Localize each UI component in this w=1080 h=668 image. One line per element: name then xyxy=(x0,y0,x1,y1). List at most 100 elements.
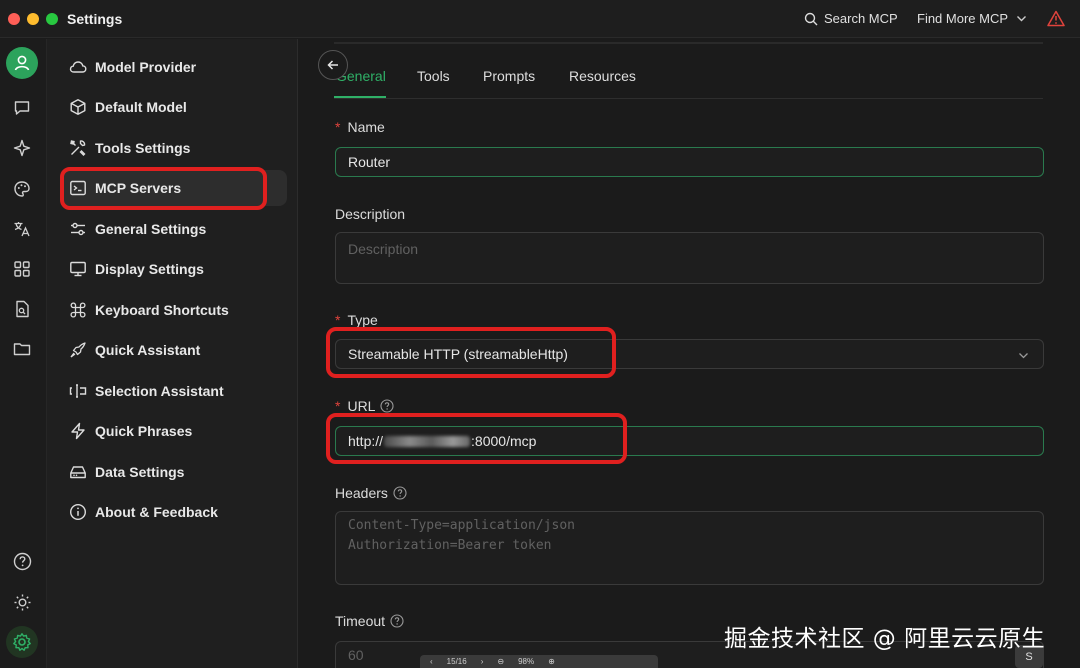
arrow-left-icon xyxy=(327,60,338,70)
cube-icon xyxy=(70,99,86,115)
type-highlight xyxy=(326,327,616,378)
menu-item-model-provider[interactable]: Model Provider xyxy=(61,49,287,85)
zoom-in-icon[interactable]: ⊕ xyxy=(548,657,555,666)
back-button[interactable] xyxy=(318,50,348,80)
menu-item-general-settings[interactable]: General Settings xyxy=(61,211,287,247)
headers-placeholder-line-1: Content-Type=application/json xyxy=(348,518,575,533)
menu-item-label: Display Settings xyxy=(95,261,204,277)
url-label-text: URL xyxy=(347,398,376,414)
timeout-placeholder: 60 xyxy=(348,647,364,663)
tabs-divider xyxy=(334,98,1043,99)
apps-grid-icon[interactable] xyxy=(12,259,32,279)
menu-item-keyboard-shortcuts[interactable]: Keyboard Shortcuts xyxy=(61,292,287,328)
folder-icon[interactable] xyxy=(12,339,32,359)
prev-page-icon[interactable]: ‹ xyxy=(430,657,433,666)
required-mark: * xyxy=(335,312,341,328)
menu-item-label: Data Settings xyxy=(95,464,185,480)
image-viewer-toolbar: ‹ 15/16 › ⊖ 98% ⊕ xyxy=(420,655,658,668)
menu-item-data-settings[interactable]: Data Settings xyxy=(61,454,287,490)
description-label: Description xyxy=(335,206,405,222)
menu-item-label: Default Model xyxy=(95,99,187,115)
minimize-window-button[interactable] xyxy=(27,13,39,25)
theme-toggle-icon[interactable] xyxy=(12,592,32,612)
headers-label: Headers xyxy=(335,485,407,501)
palette-icon[interactable] xyxy=(12,179,32,199)
menu-item-quick-phrases[interactable]: Quick Phrases xyxy=(61,413,287,449)
text-select-icon xyxy=(69,384,87,398)
name-input[interactable]: Router xyxy=(335,147,1044,177)
menu-item-label: Quick Assistant xyxy=(95,342,201,358)
menu-item-quick-assistant[interactable]: Quick Assistant xyxy=(61,332,287,368)
command-icon xyxy=(70,302,86,318)
close-window-button[interactable] xyxy=(8,13,20,25)
find-more-mcp-label: Find More MCP xyxy=(917,11,1009,26)
info-icon xyxy=(69,503,87,521)
help-circle-icon[interactable] xyxy=(12,551,32,571)
translate-icon[interactable] xyxy=(12,219,32,239)
sparkle-icon[interactable] xyxy=(12,138,32,158)
hard-drive-icon xyxy=(70,466,86,479)
top-divider xyxy=(334,42,1043,44)
menu-item-default-model[interactable]: Default Model xyxy=(61,89,287,125)
zap-icon xyxy=(71,422,85,440)
url-highlight xyxy=(326,413,627,464)
user-icon xyxy=(14,55,30,71)
timeout-label-text: Timeout xyxy=(335,613,386,629)
description-textarea[interactable]: Description xyxy=(335,232,1044,284)
chat-icon[interactable] xyxy=(12,98,32,118)
tools-icon xyxy=(70,140,86,156)
name-input-value: Router xyxy=(348,154,391,170)
menu-item-label: Tools Settings xyxy=(95,140,191,156)
name-label-text: Name xyxy=(347,119,385,135)
type-label-text: Type xyxy=(347,312,378,328)
help-icon[interactable] xyxy=(393,486,407,500)
gear-icon xyxy=(13,633,31,651)
timeout-label: Timeout xyxy=(335,613,404,629)
icon-rail xyxy=(0,39,46,668)
zoom-out-icon[interactable]: ⊖ xyxy=(497,657,504,666)
menu-item-about-feedback[interactable]: About & Feedback xyxy=(61,494,287,530)
headers-textarea[interactable]: Content-Type=application/json Authorizat… xyxy=(335,511,1044,585)
search-mcp-label: Search MCP xyxy=(824,11,898,26)
menu-item-tools-settings[interactable]: Tools Settings xyxy=(61,130,287,166)
menu-item-label: Keyboard Shortcuts xyxy=(95,302,229,318)
monitor-icon xyxy=(70,261,86,277)
rocket-icon xyxy=(70,342,86,358)
menu-item-label: Model Provider xyxy=(95,59,197,75)
menu-item-display-settings[interactable]: Display Settings xyxy=(61,251,287,287)
tab-tools[interactable]: Tools xyxy=(417,68,450,84)
menu-item-label: General Settings xyxy=(95,221,207,237)
warning-icon[interactable] xyxy=(1047,10,1065,27)
file-search-icon[interactable] xyxy=(12,299,32,319)
sliders-icon xyxy=(71,222,85,236)
settings-gear-button[interactable] xyxy=(6,626,38,658)
next-page-icon[interactable]: › xyxy=(481,657,484,666)
search-mcp-button[interactable]: Search MCP xyxy=(804,11,898,26)
avatar[interactable] xyxy=(6,47,38,79)
zoom-window-button[interactable] xyxy=(46,13,58,25)
menu-item-label: Selection Assistant xyxy=(95,383,224,399)
name-label: * Name xyxy=(335,119,385,135)
description-placeholder: Description xyxy=(348,241,419,257)
tab-prompts[interactable]: Prompts xyxy=(483,68,535,84)
url-label: * URL xyxy=(335,398,395,414)
find-more-mcp-dropdown[interactable]: Find More MCP xyxy=(917,11,1027,26)
tab-resources[interactable]: Resources xyxy=(569,68,636,84)
chevron-down-icon xyxy=(1019,353,1028,359)
viewer-zoom-level: 98% xyxy=(518,657,535,666)
type-label: * Type xyxy=(335,312,378,328)
help-icon[interactable] xyxy=(390,614,404,628)
required-mark: * xyxy=(335,119,341,135)
menu-item-selection-assistant[interactable]: Selection Assistant xyxy=(61,373,287,409)
search-icon xyxy=(804,12,818,25)
menu-item-label: Quick Phrases xyxy=(95,423,193,439)
headers-label-text: Headers xyxy=(335,485,388,501)
description-label-text: Description xyxy=(335,206,406,222)
cloud-icon xyxy=(69,61,87,73)
settings-menu: Model Provider Default Model Tools Setti… xyxy=(46,39,298,668)
help-icon[interactable] xyxy=(380,399,395,413)
viewer-page-indicator: 15/16 xyxy=(446,657,467,666)
required-mark: * xyxy=(335,398,341,414)
chevron-down-icon xyxy=(1017,16,1027,22)
headers-placeholder-line-2: Authorization=Bearer token xyxy=(348,538,552,553)
